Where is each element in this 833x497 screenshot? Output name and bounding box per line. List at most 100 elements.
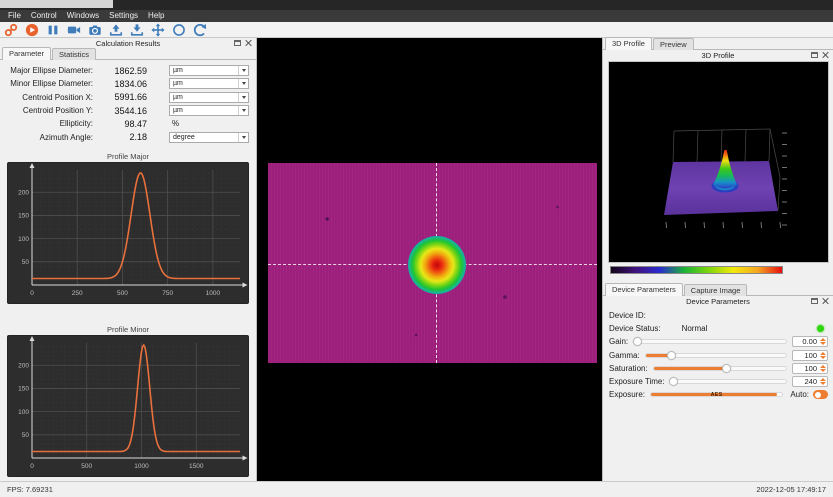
slider-handle[interactable] [669,377,678,386]
profile-minor-title: Profile Minor [0,325,256,335]
rotate-ccw-icon[interactable] [192,22,208,37]
saturation-spinbox[interactable]: 100 [792,363,828,374]
spin-down-icon[interactable] [820,342,826,345]
photo-camera-icon[interactable] [87,22,103,37]
camera-view[interactable] [257,38,602,481]
gain-slider[interactable] [633,339,787,344]
svg-text:1000: 1000 [206,290,221,297]
menu-settings[interactable]: Settings [104,10,143,22]
float-panel-icon[interactable] [234,40,241,46]
gamma-slider[interactable] [645,353,787,358]
svg-text:150: 150 [18,213,29,220]
auto-label: Auto: [790,390,809,399]
field-minor-diameter: Minor Ellipse Diameter: 1834.06 µm [0,77,256,90]
video-camera-icon[interactable] [66,22,82,37]
spin-down-icon[interactable] [820,356,826,359]
field-azimuth-angle: Azimuth Angle: 2.18 degree [0,130,256,143]
gamma-spinbox[interactable]: 100 [792,350,828,361]
svg-text:200: 200 [18,362,29,369]
view-tabbar: 3D Profile Preview [603,38,833,50]
exposure-row: Exposure: AES Auto: [609,388,828,401]
svg-text:750: 750 [162,290,173,297]
spin-down-icon[interactable] [820,382,826,385]
toolbar [0,22,833,38]
chevron-down-icon [238,66,248,75]
spin-up-icon[interactable] [820,378,826,381]
svg-text:50: 50 [22,432,30,439]
results-tabbar: Parameter Statistics [0,48,256,60]
exposure-slider[interactable]: AES [650,392,783,397]
beam-spot [408,236,466,294]
svg-text:1500: 1500 [189,463,204,470]
spin-up-icon[interactable] [820,338,826,341]
float-panel-icon[interactable] [811,298,818,304]
tab-statistics[interactable]: Statistics [52,48,96,60]
svg-text:500: 500 [117,290,128,297]
tab-preview[interactable]: Preview [653,38,694,50]
device-parameters-header: Device Parameters [603,296,833,306]
svg-text:500: 500 [81,463,92,470]
field-value: 1862.59 [97,66,147,76]
profile-minor-plot: 05001000150050100150200 [8,336,249,471]
tab-parameter[interactable]: Parameter [2,47,51,60]
device-id-row: Device ID: [609,309,828,322]
close-panel-icon[interactable] [822,297,829,304]
auto-exposure-toggle[interactable] [813,390,828,399]
tab-3d-profile[interactable]: 3D Profile [605,37,652,50]
timestamp: 2022-12-05 17:49:17 [756,485,826,494]
tab-device-parameters[interactable]: Device Parameters [605,283,683,296]
unit-dropdown[interactable]: µm [169,105,249,116]
download-icon[interactable] [129,22,145,37]
close-panel-icon[interactable] [822,51,829,58]
field-label: Azimuth Angle: [0,133,97,142]
svg-text:200: 200 [18,189,29,196]
gain-spinbox[interactable]: 0.00 [792,336,828,347]
svg-text:0: 0 [30,463,34,470]
3d-surface-plot [609,62,828,262]
move-icon[interactable] [150,22,166,37]
spin-up-icon[interactable] [820,352,826,355]
menu-bar: File Control Windows Settings Help [0,10,833,22]
field-value: 2.18 [97,132,147,142]
spin-down-icon[interactable] [820,369,826,372]
float-panel-icon[interactable] [811,52,818,58]
field-label: Centroid Position Y: [0,106,97,115]
connect-icon[interactable] [3,22,19,37]
exposure-time-spinbox[interactable]: 240 [792,376,828,387]
tab-capture-image[interactable]: Capture Image [684,284,748,296]
status-bar: FPS: 7.69231 2022-12-05 17:49:17 [0,481,833,497]
pause-icon[interactable] [45,22,61,37]
unit-dropdown[interactable]: degree [169,132,249,143]
menu-control[interactable]: Control [26,10,62,22]
svg-text:0: 0 [30,290,34,297]
unit-dropdown[interactable]: µm [169,65,249,76]
profile-minor-chart: 05001000150050100150200 [7,335,249,477]
saturation-slider[interactable] [653,366,787,371]
menu-help[interactable]: Help [143,10,169,22]
exposure-time-slider[interactable] [670,379,787,384]
status-indicator-green [817,325,824,332]
unit-dropdown[interactable]: µm [169,78,249,89]
slider-handle[interactable] [667,351,676,360]
slider-handle[interactable] [722,364,731,373]
beam-image[interactable] [268,163,597,363]
menu-windows[interactable]: Windows [62,10,104,22]
spin-up-icon[interactable] [820,365,826,368]
field-value: 1834.06 [97,79,147,89]
unit-dropdown[interactable]: µm [169,92,249,103]
right-panel: 3D Profile Preview 3D Profile [602,38,833,481]
field-label: Centroid Position X: [0,93,97,102]
window-title-area [0,0,113,8]
svg-text:150: 150 [18,386,29,393]
3d-profile-view[interactable] [608,61,829,263]
device-status-value: Normal [682,324,708,333]
slider-handle[interactable] [633,337,642,346]
menu-file[interactable]: File [3,10,26,22]
circle-select-icon[interactable] [171,22,187,37]
close-panel-icon[interactable] [245,39,252,46]
play-icon[interactable] [24,22,40,37]
svg-text:100: 100 [18,409,29,416]
upload-icon[interactable] [108,22,124,37]
3d-profile-header: 3D Profile [603,50,833,60]
svg-text:100: 100 [18,236,29,243]
